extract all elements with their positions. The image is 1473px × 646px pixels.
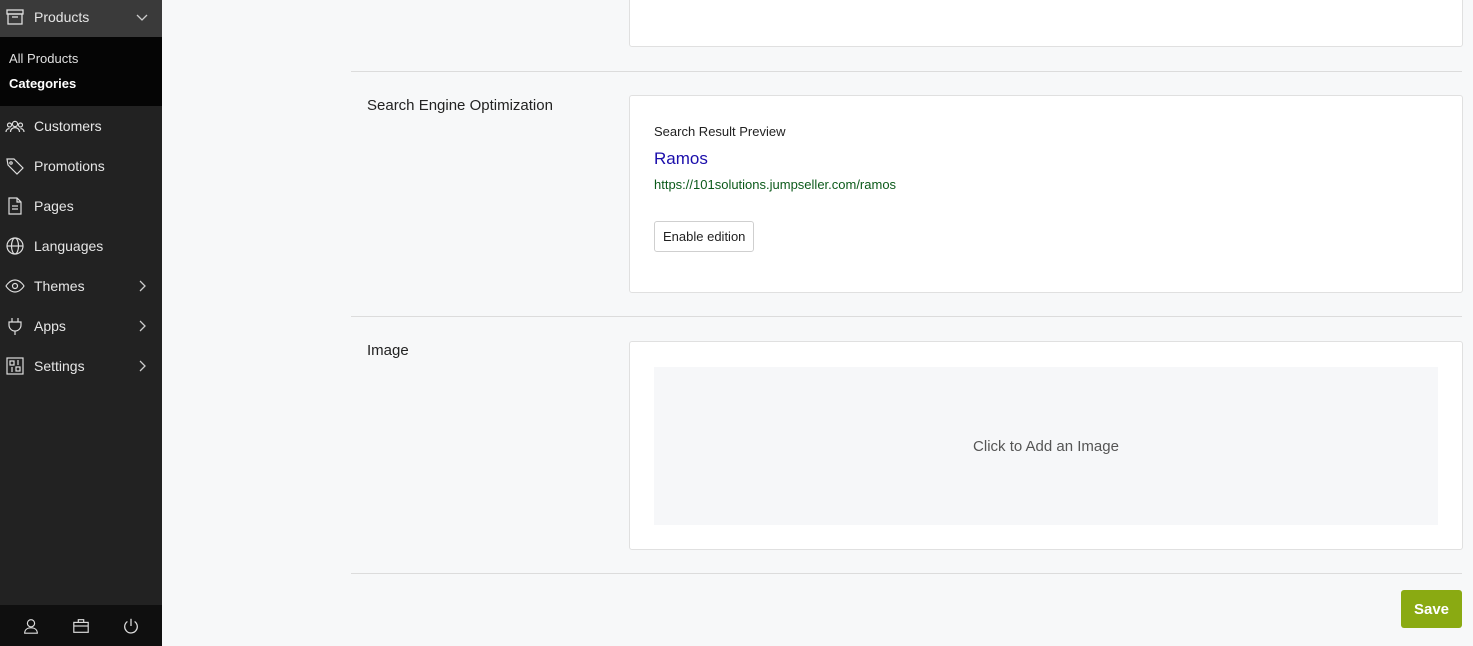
image-card: Click to Add an Image bbox=[629, 341, 1463, 550]
eye-icon bbox=[4, 275, 26, 297]
sidebar-item-customers[interactable]: Customers bbox=[0, 106, 162, 146]
tag-icon bbox=[4, 155, 26, 177]
sidebar-item-apps[interactable]: Apps bbox=[0, 306, 162, 346]
sidebar-item-label: Products bbox=[34, 9, 90, 25]
sidebar-item-label: Apps bbox=[34, 318, 66, 334]
search-result-preview-title: Search Result Preview bbox=[654, 124, 786, 139]
archive-box-icon bbox=[4, 6, 26, 28]
chevron-right-icon bbox=[139, 280, 146, 292]
plug-icon bbox=[4, 315, 26, 337]
preview-url: https://101solutions.jumpseller.com/ramo… bbox=[654, 177, 897, 192]
page-icon bbox=[4, 195, 26, 217]
globe-icon bbox=[4, 235, 26, 257]
sidebar-item-languages[interactable]: Languages bbox=[0, 226, 162, 266]
sidebar-item-label: Pages bbox=[34, 198, 74, 214]
sidebar-subitem-categories[interactable]: Categories bbox=[9, 76, 76, 91]
enable-edition-button[interactable]: Enable edition bbox=[654, 221, 755, 252]
seo-card: Search Result Preview Ramos https://101s… bbox=[629, 95, 1463, 293]
users-icon bbox=[4, 115, 26, 137]
sidebar-item-label: Languages bbox=[34, 238, 104, 254]
briefcase-icon[interactable] bbox=[71, 616, 91, 636]
sidebar-bottom-bar bbox=[0, 605, 162, 646]
sidebar-item-label: Promotions bbox=[34, 158, 105, 174]
section-divider bbox=[351, 316, 1462, 317]
settings-panel-icon bbox=[4, 355, 26, 377]
dropzone-label: Click to Add an Image bbox=[973, 437, 1119, 455]
section-divider bbox=[351, 71, 1462, 72]
chevron-right-icon bbox=[139, 360, 146, 372]
power-icon[interactable] bbox=[121, 616, 141, 636]
preview-page-name[interactable]: Ramos bbox=[654, 149, 708, 169]
sidebar-item-themes[interactable]: Themes bbox=[0, 266, 162, 306]
chevron-down-icon bbox=[136, 14, 148, 21]
sidebar-subitem-all-products[interactable]: All Products bbox=[9, 51, 78, 66]
sidebar-item-label: Customers bbox=[34, 118, 102, 134]
user-icon[interactable] bbox=[21, 616, 41, 636]
sidebar: Products All Products Categories Custome… bbox=[0, 0, 162, 646]
sidebar-item-label: Themes bbox=[34, 278, 85, 294]
sidebar-item-promotions[interactable]: Promotions bbox=[0, 146, 162, 186]
sidebar-item-products[interactable]: Products bbox=[0, 0, 162, 37]
sidebar-item-pages[interactable]: Pages bbox=[0, 186, 162, 226]
top-card bbox=[629, 0, 1463, 47]
image-section-label: Image bbox=[367, 342, 409, 359]
image-dropzone[interactable]: Click to Add an Image bbox=[654, 367, 1438, 525]
chevron-right-icon bbox=[139, 320, 146, 332]
section-divider bbox=[351, 573, 1462, 574]
products-submenu: All Products Categories bbox=[0, 37, 162, 106]
seo-section-label: Search Engine Optimization bbox=[367, 97, 553, 114]
save-button[interactable]: Save bbox=[1401, 590, 1462, 628]
sidebar-item-label: Settings bbox=[34, 358, 85, 374]
sidebar-item-settings[interactable]: Settings bbox=[0, 346, 162, 386]
